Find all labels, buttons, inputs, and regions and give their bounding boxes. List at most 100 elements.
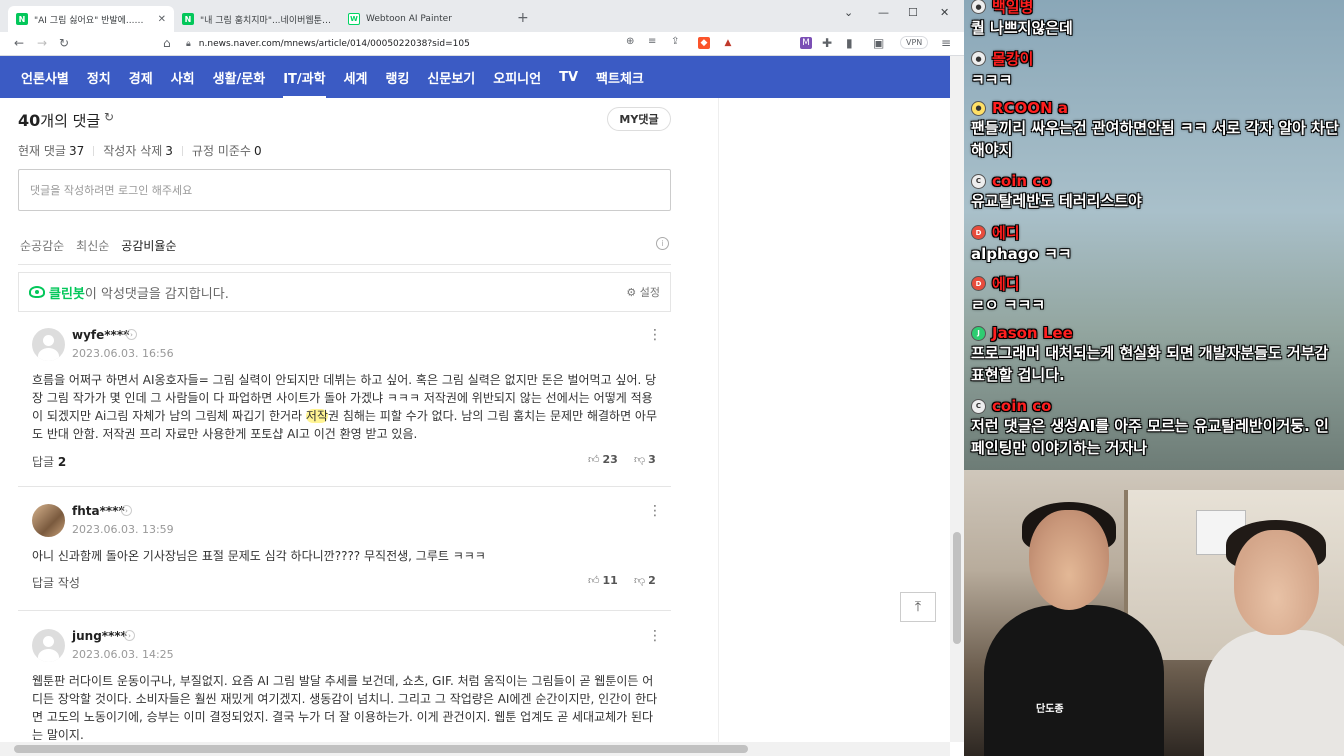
chat-username-text: coin co xyxy=(992,397,1052,415)
minimize-icon[interactable]: — xyxy=(878,6,889,19)
sidebar-icon[interactable]: ▮ xyxy=(846,36,853,50)
comment-username[interactable]: fhta**** xyxy=(72,504,125,518)
nav-item[interactable]: 언론사별 xyxy=(21,68,69,87)
chevron-right-icon[interactable]: › xyxy=(121,505,132,516)
sort-option[interactable]: 순공감순 xyxy=(20,237,64,254)
new-tab-icon[interactable]: + xyxy=(517,10,529,26)
url-text: n.news.naver.com/mnews/article/014/00050… xyxy=(198,39,470,49)
address-bar[interactable]: 🔒︎ n.news.naver.com/mnews/article/014/00… xyxy=(186,34,616,54)
cleanbot-setting-label: 설정 xyxy=(639,286,660,299)
info-icon[interactable]: i xyxy=(656,237,669,250)
chat-message: Ccoin co 유교탈레반도 테러리스트야 xyxy=(971,172,1339,212)
chat-username: J Jason Lee xyxy=(971,324,1339,342)
like-button[interactable]: 👍︎ 11 xyxy=(588,574,618,587)
stat-value: 0 xyxy=(253,143,262,158)
cleanbot-setting-button[interactable]: ⚙ 설정 xyxy=(626,284,660,300)
column-divider xyxy=(718,98,719,742)
comment-count-title: 40개의 댓글 xyxy=(18,110,100,131)
reload-icon[interactable]: ↻ xyxy=(59,36,69,50)
scroll-to-top-button[interactable]: ⤒ xyxy=(900,592,936,622)
reader-icon[interactable]: ≡ xyxy=(648,36,656,47)
nav-item[interactable]: 신문보기 xyxy=(427,68,475,87)
nav-item-active[interactable]: IT/과학 xyxy=(283,68,326,99)
my-comments-button[interactable]: MY댓글 xyxy=(607,107,671,131)
vertical-scrollbar[interactable] xyxy=(950,56,964,742)
avatar[interactable] xyxy=(32,328,65,361)
close-tab-icon[interactable]: ✕ xyxy=(158,14,166,25)
like-count: 23 xyxy=(602,453,618,466)
sort-option-active[interactable]: 공감비율순 xyxy=(121,237,176,254)
bookmark-icon[interactable]: ⌂ xyxy=(163,36,171,50)
more-options-icon[interactable]: ⋮ xyxy=(648,504,662,518)
nav-item[interactable]: 팩트체크 xyxy=(596,68,644,87)
extensions-icon[interactable]: ✚ xyxy=(822,36,832,50)
chat-text: 팬들끼리 싸우는건 관여하면안됨 ㅋㅋ 서로 각자 알아 차단해야지 xyxy=(971,119,1339,159)
wallet-icon[interactable]: ▣ xyxy=(873,36,884,50)
forward-icon[interactable]: → xyxy=(37,36,47,50)
thumbs-up-icon: 👍︎ xyxy=(588,453,600,466)
dislike-count: 2 xyxy=(648,574,656,587)
close-window-icon[interactable]: ✕ xyxy=(940,6,949,19)
scrollbar-thumb[interactable] xyxy=(14,745,748,753)
dislike-button[interactable]: 👎︎ 3 xyxy=(634,453,656,466)
avatar[interactable] xyxy=(32,504,65,537)
nav-item[interactable]: 사회 xyxy=(171,68,195,87)
back-icon[interactable]: ← xyxy=(14,36,24,50)
brave-shield-icon[interactable]: ◆ xyxy=(698,37,710,49)
like-button[interactable]: 👍︎ 23 xyxy=(588,453,618,466)
nav-item[interactable]: TV xyxy=(559,70,578,85)
stat-label: 현재 댓글 xyxy=(18,144,66,158)
naver-favicon-icon: N xyxy=(16,13,28,25)
chat-username: Ccoin co xyxy=(971,397,1339,415)
comment-username[interactable]: wyfe**** xyxy=(72,328,129,342)
comment-text: 웹툰판 러다이트 운동이구나, 부질없지. 요즘 AI 그림 발달 추세를 보건… xyxy=(32,674,658,742)
thumbs-down-icon: 👎︎ xyxy=(634,453,646,466)
sort-option[interactable]: 최신순 xyxy=(76,237,109,254)
nav-item[interactable]: 오피니언 xyxy=(493,68,541,87)
extension-m-icon[interactable]: M xyxy=(800,37,812,49)
comment-username[interactable]: jung**** xyxy=(72,629,127,643)
chat-text: ㄹㅇ ㅋㅋㅋ xyxy=(971,296,1046,314)
menu-icon[interactable]: ≡ xyxy=(941,36,951,50)
cleanbot-brand: 클린봇 xyxy=(49,286,85,302)
streamer-right xyxy=(1204,520,1344,756)
person-head xyxy=(1234,530,1319,635)
horizontal-scrollbar[interactable] xyxy=(0,742,950,756)
comment-date: 2023.06.03. 13:59 xyxy=(72,523,174,536)
comment-item: jung**** › 2023.06.03. 14:25 ⋮ 웹툰판 러다이트 … xyxy=(32,629,662,742)
chat-message: J Jason Lee 프로그래머 대처되는게 현실화 되면 개발자분들도 거부감… xyxy=(971,324,1339,386)
cleanbot-eye-icon xyxy=(29,286,45,298)
nav-item[interactable]: 경제 xyxy=(129,68,153,87)
refresh-icon[interactable]: ↻ xyxy=(104,110,114,124)
reply-button[interactable]: 답글 작성 xyxy=(32,574,80,591)
reply-button[interactable]: 답글 2 xyxy=(32,453,66,470)
webtoon-favicon-icon: W xyxy=(348,13,360,25)
chevron-right-icon[interactable]: › xyxy=(126,329,137,340)
maximize-icon[interactable]: ☐ xyxy=(908,6,918,19)
tab-webtoon-ai-painter[interactable]: W Webtoon AI Painter xyxy=(340,6,510,32)
tab-search-icon[interactable]: ⌄ xyxy=(844,6,853,19)
chat-username: D 에디 xyxy=(971,222,1339,243)
nav-item[interactable]: 세계 xyxy=(344,68,368,87)
zoom-icon[interactable]: ⊕ xyxy=(626,36,634,47)
more-options-icon[interactable]: ⋮ xyxy=(648,629,662,643)
dislike-button[interactable]: 👎︎ 2 xyxy=(634,574,656,587)
more-options-icon[interactable]: ⋮ xyxy=(648,328,662,342)
viewer-badge-icon: C xyxy=(971,173,986,189)
chat-text: 프로그래머 대처되는게 현실화 되면 개발자분들도 거부감 표현할 겁니다. xyxy=(971,344,1329,384)
share-icon[interactable]: ⇪ xyxy=(671,36,679,47)
vpn-button[interactable]: VPN xyxy=(900,36,929,49)
nav-item[interactable]: 정치 xyxy=(87,68,111,87)
comment-item: fhta**** › 2023.06.03. 13:59 ⋮ 아니 신과함께 돌… xyxy=(32,504,662,594)
viewer-badge-icon: ● xyxy=(971,100,986,116)
avatar[interactable] xyxy=(32,629,65,662)
nav-item[interactable]: 생활/문화 xyxy=(213,68,266,87)
brave-rewards-icon[interactable]: ▲ xyxy=(722,37,734,49)
tab-ai-article[interactable]: N "AI 그림 싫어요" 반발에...네이버 : ✕ xyxy=(8,6,174,32)
chevron-right-icon[interactable]: › xyxy=(124,630,135,641)
stat-value: 3 xyxy=(165,143,173,158)
comment-input[interactable]: 댓글을 작성하려면 로그인 해주세요 xyxy=(18,169,671,211)
nav-item[interactable]: 랭킹 xyxy=(386,68,410,87)
tab-webtoon-article[interactable]: N "내 그림 훔치지마"...네이버웹툰 도전 xyxy=(174,6,340,32)
scrollbar-thumb[interactable] xyxy=(953,532,961,644)
